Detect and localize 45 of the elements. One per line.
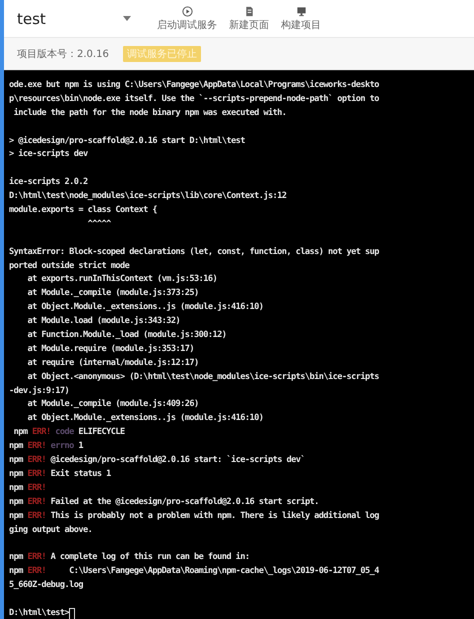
terminal-line: > @icedesign/pro-scaffold@2.0.16 start D:\html\test: [9, 134, 245, 148]
terminal-line: at Module._compile (module.js:373:25): [26, 287, 199, 300]
terminal-line: -dev.js:9:17): [9, 384, 70, 398]
terminal-line: npm ERR! @icedesign/pro-scaffold@2.0.16 start: `ice-scripts dev`: [9, 454, 305, 468]
terminal-line: D:\html\test\node_modules\ice-scripts\lib\core\Context.js:12: [9, 190, 286, 204]
terminal-line: ice-scripts 2.0.2: [9, 176, 88, 190]
monitor-icon: [296, 6, 306, 16]
terminal-line: npm ERR! C:\Users\Fangege\AppData\Roaming\npm-cache\_logs\2019-06-12T07_05_4: [9, 565, 379, 578]
terminal-line: p\resources\bin\node.exe itself. Use the `--scripts-prepend-node-path` option to: [9, 92, 379, 106]
terminal-line: 5_660Z-debug.log: [9, 579, 83, 592]
terminal-line: npm ERR!: [9, 482, 46, 495]
terminal-line: at Module.require (module.js:353:17): [26, 342, 194, 356]
terminal-line: ode.exe but npm is using C:\Users\Fangege\AppData\Local\Programs\iceworks-deskto: [9, 79, 379, 92]
terminal-line: ging output above.: [9, 524, 92, 536]
terminal-line: include the path for the node binary npm was executed with.: [12, 106, 286, 120]
terminal-line: npm ERR! Exit status 1: [9, 468, 111, 481]
terminal-line: npm ERR! A complete log of this run can be found in:: [9, 551, 250, 564]
terminal-line: at exports.runInThisContext (vm.js:53:16): [26, 273, 218, 286]
terminal-line: npm ERR! This is probably not a problem with npm. There is likely additional log: [9, 510, 379, 523]
version-label: 项目版本号：2.0.16: [17, 48, 109, 61]
status-badge: 调试服务已停止: [122, 46, 201, 62]
terminal-line: at Module._compile (module.js:409:26): [26, 398, 199, 412]
command-prompt: D:\html\test>: [9, 606, 70, 619]
toolbar-button[interactable]: 新建页面: [225, 4, 273, 34]
terminal-line: at Object.Module._extensions..js (module.js:416:10): [26, 412, 264, 426]
terminal-line: at require (internal/module.js:12:17): [26, 356, 199, 370]
terminal-line: at Module.load (module.js:343:32): [26, 315, 180, 328]
toolbar-button[interactable]: 启动调试服务: [153, 4, 221, 34]
terminal-line: at Function.Module._load (module.js:300:12): [26, 329, 226, 342]
terminal-line: SyntaxError: Block-scoped declarations (let, const, function, class) not yet sup: [9, 246, 379, 259]
terminal-line: at Object.Module._extensions..js (module.js:416:10): [26, 301, 264, 314]
terminal-line: module.exports = class Context {: [9, 204, 157, 218]
text-cursor-icon: [69, 608, 76, 619]
project-title: test: [17, 10, 47, 28]
terminal-line: > ice-scripts dev: [9, 148, 88, 162]
document-icon: [244, 6, 254, 16]
play-icon: [182, 6, 192, 16]
terminal-line: npm ERR! Failed at the @icedesign/pro-scaffold@2.0.16 start script.: [9, 496, 319, 509]
terminal-line: ^^^^^: [86, 218, 111, 231]
dropdown-caret-icon[interactable]: [123, 16, 131, 21]
terminal-line: ported outside strict mode: [9, 260, 130, 273]
terminal-line: npm ERR! code ELIFECYCLE: [12, 426, 125, 440]
toolbar-button[interactable]: 构建项目: [277, 4, 325, 34]
terminal-line: at Object.<anonymous> (D:\html\test\node_modules\ice-scripts\bin\ice-scripts: [26, 370, 379, 384]
terminal-line: npm ERR! errno 1: [9, 440, 83, 454]
